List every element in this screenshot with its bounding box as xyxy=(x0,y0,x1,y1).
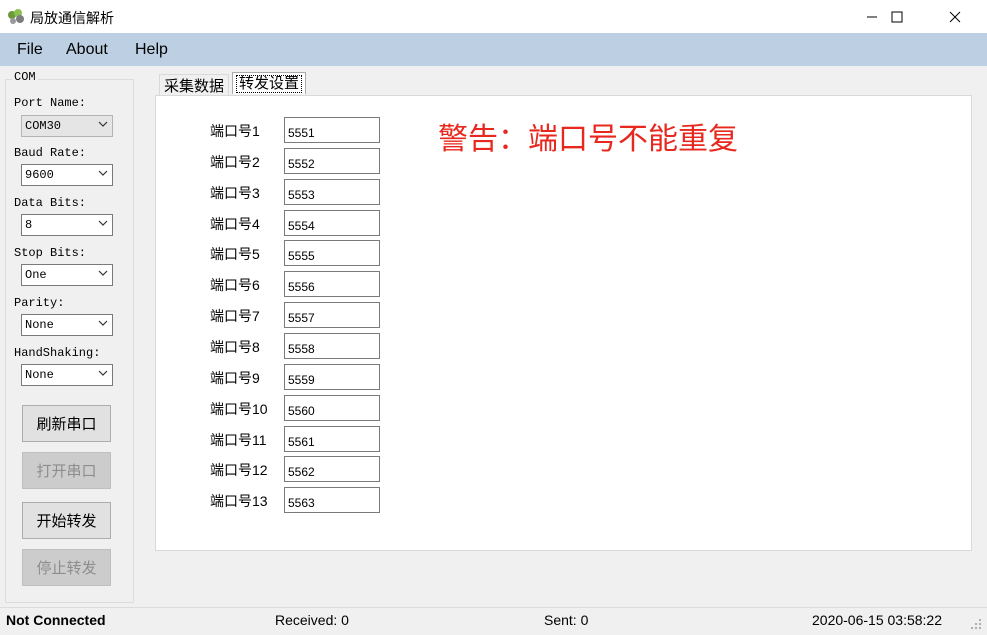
baud-rate-value: 9600 xyxy=(25,168,54,182)
chevron-down-icon xyxy=(98,320,108,326)
refresh-port-button[interactable]: 刷新串口 xyxy=(22,405,111,442)
stop-forward-button[interactable]: 停止转发 xyxy=(22,549,111,586)
port-label-5: 端口号5 xyxy=(210,246,260,262)
port-input-5[interactable] xyxy=(284,240,380,266)
tab-collect-data[interactable]: 采集数据 xyxy=(159,74,229,96)
connection-status: Not Connected xyxy=(6,612,106,628)
handshaking-select[interactable]: None xyxy=(21,364,113,386)
port-input-4[interactable] xyxy=(284,210,380,236)
port-input-8[interactable] xyxy=(284,333,380,359)
port-label-2: 端口号2 xyxy=(210,154,260,170)
data-bits-value: 8 xyxy=(25,218,33,232)
port-label-11: 端口号11 xyxy=(210,432,267,448)
port-input-1[interactable] xyxy=(284,117,380,143)
parity-value: None xyxy=(25,318,54,332)
chevron-down-icon xyxy=(98,270,108,276)
maximize-button[interactable] xyxy=(874,0,920,33)
port-input-3[interactable] xyxy=(284,179,380,205)
handshaking-value: None xyxy=(25,368,54,382)
open-port-button[interactable]: 打开串口 xyxy=(22,452,111,489)
port-label-7: 端口号7 xyxy=(210,308,260,324)
port-label-9: 端口号9 xyxy=(210,370,260,386)
stop-bits-label: Stop Bits: xyxy=(14,246,87,260)
parity-select[interactable]: None xyxy=(21,314,113,336)
handshaking-label: HandShaking: xyxy=(14,346,101,360)
chevron-down-icon xyxy=(98,370,108,376)
data-bits-select[interactable]: 8 xyxy=(21,214,113,236)
close-icon xyxy=(949,11,961,22)
menu-bar: File About Help xyxy=(0,33,987,66)
close-button[interactable] xyxy=(932,0,978,33)
port-input-12[interactable] xyxy=(284,456,380,482)
tab-forward-label: 转发设置 xyxy=(235,74,302,93)
maximize-icon xyxy=(891,11,903,22)
status-datetime: 2020-06-15 03:58:22 xyxy=(812,612,942,628)
chevron-down-icon xyxy=(98,121,108,127)
port-input-9[interactable] xyxy=(284,364,380,390)
tab-forward-settings[interactable]: 转发设置 xyxy=(232,72,306,94)
port-label-13: 端口号13 xyxy=(210,493,268,509)
port-label-3: 端口号3 xyxy=(210,185,260,201)
com-group-title: COM xyxy=(12,70,38,84)
menu-file[interactable]: File xyxy=(17,41,43,59)
port-label-12: 端口号12 xyxy=(210,462,268,478)
app-icon xyxy=(8,9,24,24)
port-name-label: Port Name: xyxy=(14,96,87,110)
stop-bits-select[interactable]: One xyxy=(21,264,113,286)
port-label-1: 端口号1 xyxy=(210,123,260,139)
port-label-8: 端口号8 xyxy=(210,339,260,355)
forward-settings-panel xyxy=(155,95,972,551)
baud-rate-select[interactable]: 9600 xyxy=(21,164,113,186)
port-input-10[interactable] xyxy=(284,395,380,421)
chevron-down-icon xyxy=(98,220,108,226)
resize-grip-icon[interactable] xyxy=(968,616,982,630)
baud-rate-label: Baud Rate: xyxy=(14,146,87,160)
port-input-11[interactable] xyxy=(284,426,380,452)
received-count: Received: 0 xyxy=(275,612,349,628)
port-input-2[interactable] xyxy=(284,148,380,174)
window-title: 局放通信解析 xyxy=(30,10,114,26)
menu-help[interactable]: Help xyxy=(135,41,168,59)
port-label-10: 端口号10 xyxy=(210,401,268,417)
port-label-4: 端口号4 xyxy=(210,216,260,232)
parity-label: Parity: xyxy=(14,296,65,310)
title-bar: 局放通信解析 xyxy=(0,0,987,33)
duplicate-port-warning: 警告：端口号不能重复 xyxy=(438,123,738,156)
port-input-6[interactable] xyxy=(284,271,380,297)
chevron-down-icon xyxy=(98,170,108,176)
menu-about[interactable]: About xyxy=(66,41,108,59)
port-label-6: 端口号6 xyxy=(210,277,260,293)
data-bits-label: Data Bits: xyxy=(14,196,87,210)
sent-count: Sent: 0 xyxy=(544,612,589,628)
port-name-value: COM30 xyxy=(25,119,62,133)
start-forward-button[interactable]: 开始转发 xyxy=(22,502,111,539)
stop-bits-value: One xyxy=(25,268,47,282)
port-input-7[interactable] xyxy=(284,302,380,328)
port-name-select[interactable]: COM30 xyxy=(21,115,113,137)
port-input-13[interactable] xyxy=(284,487,380,513)
